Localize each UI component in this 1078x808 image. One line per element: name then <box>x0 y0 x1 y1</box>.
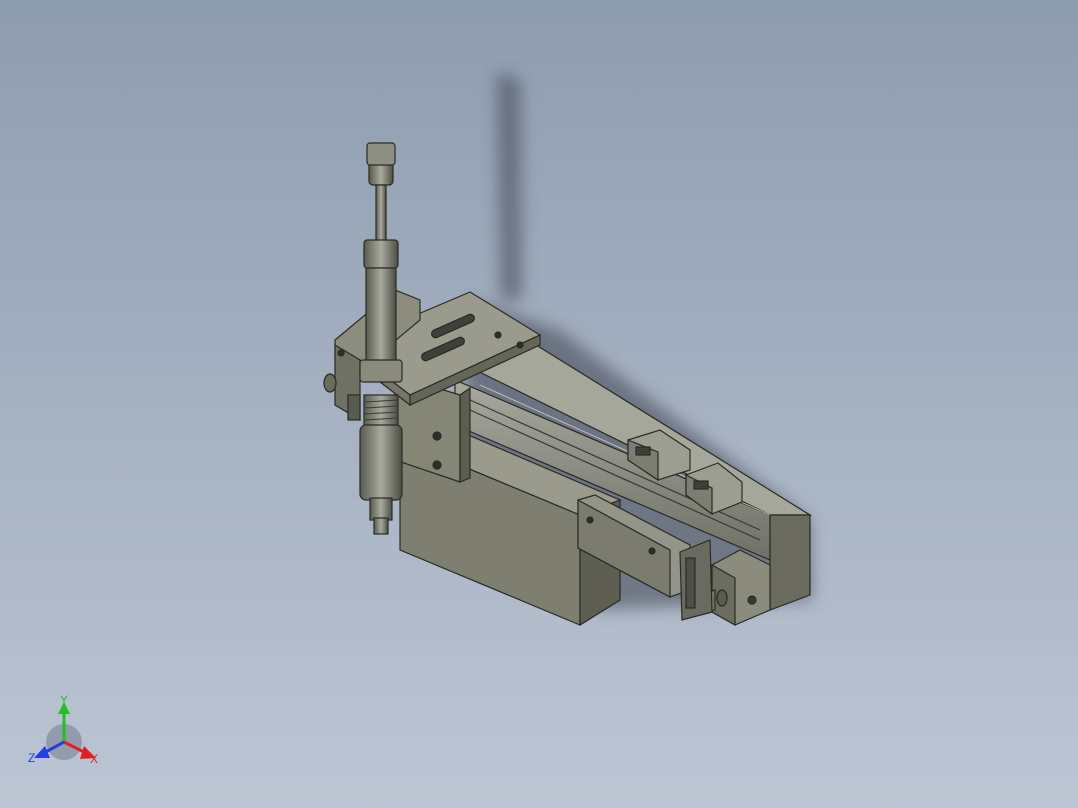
z-axis-label: Z <box>28 751 35 765</box>
shock-absorber <box>359 142 403 535</box>
coordinate-triad: Y X Z <box>28 693 98 766</box>
graphics-viewport[interactable]: Y X Z <box>0 0 1078 808</box>
model-canvas[interactable] <box>0 0 1078 808</box>
x-axis-label: X <box>90 752 98 766</box>
y-axis-label: Y <box>60 693 68 707</box>
